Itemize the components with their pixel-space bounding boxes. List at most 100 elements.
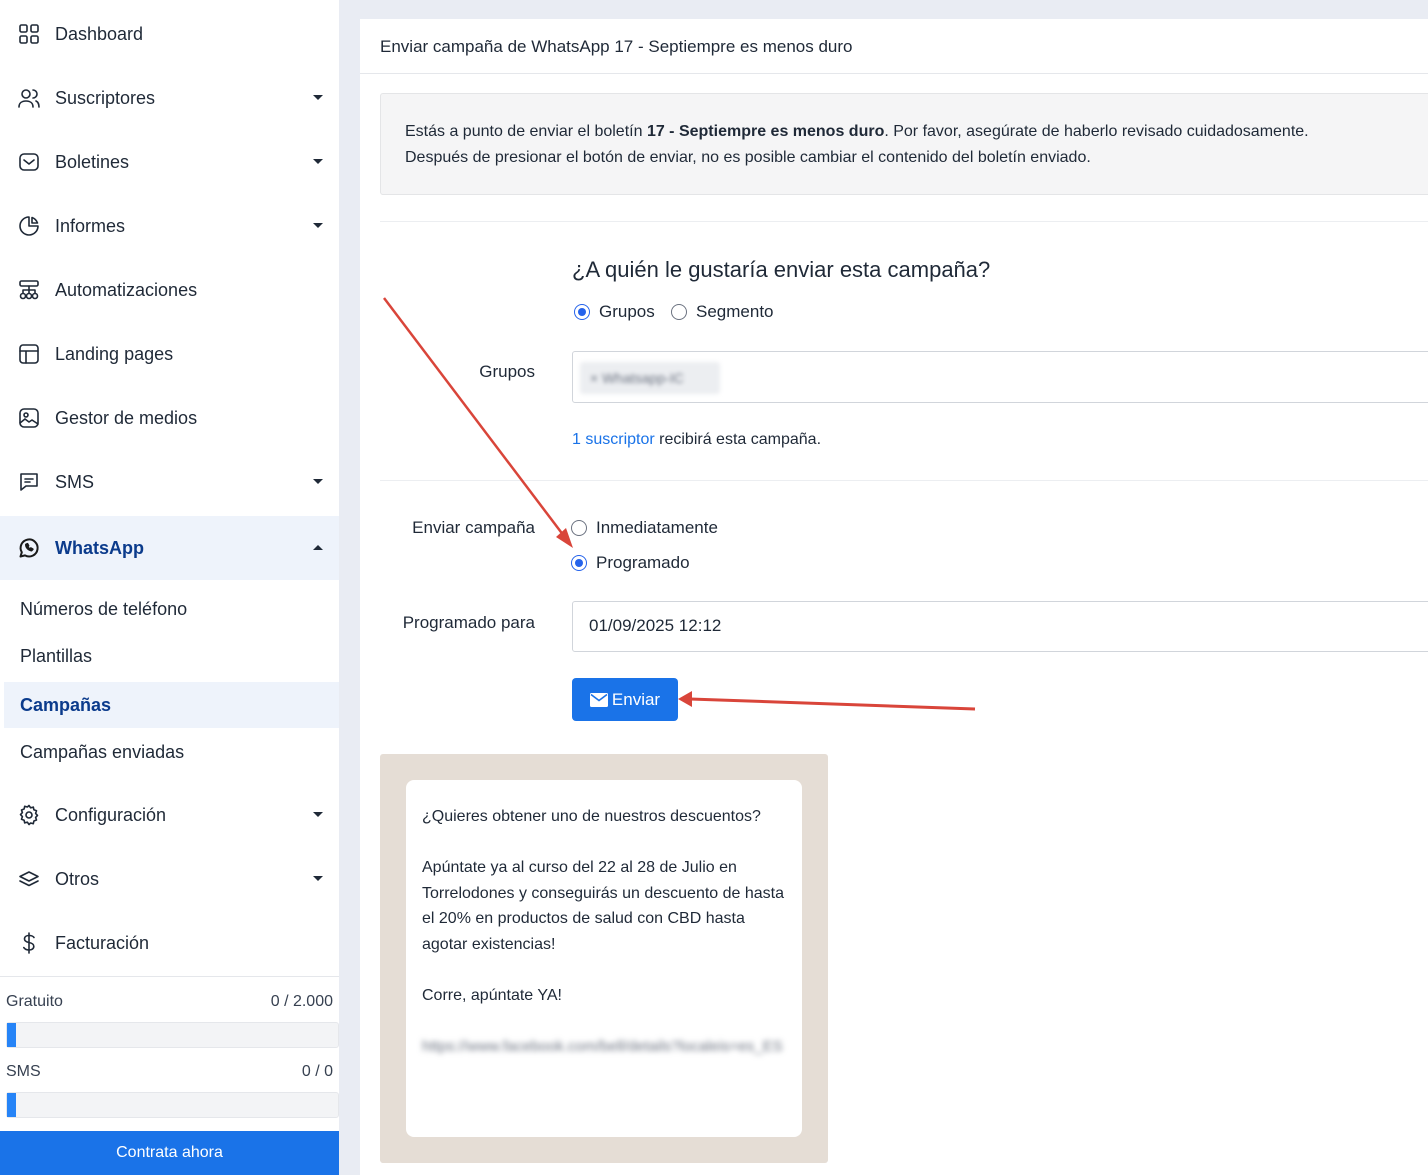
group-chip[interactable]: × Whatsapp-IC xyxy=(580,362,720,394)
alert-line2: Después de presionar el botón de enviar,… xyxy=(405,149,1091,166)
layout-icon xyxy=(16,341,42,367)
caret-down-icon xyxy=(313,812,323,817)
usage-free-bar xyxy=(6,1022,339,1048)
radio-unchecked[interactable] xyxy=(671,304,687,320)
sidebar-item-dashboard[interactable]: Dashboard xyxy=(0,4,339,64)
envelope-icon xyxy=(589,692,608,707)
pie-chart-icon xyxy=(16,213,42,239)
whatsapp-icon xyxy=(16,535,42,561)
send-immediately-label: Inmediatamente xyxy=(596,518,718,537)
caret-down-icon xyxy=(313,95,323,100)
sidebar-item-label: Otros xyxy=(55,868,100,889)
flow-icon xyxy=(16,277,42,303)
sidebar-subitem-campanas[interactable]: Campañas xyxy=(4,682,339,728)
audience-segment-label: Segmento xyxy=(696,302,774,321)
send-campaign-label: Enviar campaña xyxy=(412,518,535,537)
sidebar-item-landing-pages[interactable]: Landing pages xyxy=(0,324,339,384)
audience-groups-option[interactable]: Grupos xyxy=(574,302,655,322)
sidebar-item-informes[interactable]: Informes xyxy=(0,196,339,256)
sidebar-item-whatsapp[interactable]: WhatsApp xyxy=(0,516,339,580)
sidebar-item-label: Facturación xyxy=(55,932,150,953)
sidebar-item-automatizaciones[interactable]: Automatizaciones xyxy=(0,260,339,320)
sidebar-item-gestor-medios[interactable]: Gestor de medios xyxy=(0,388,339,448)
caret-down-icon xyxy=(313,159,323,164)
alert-suffix: . Por favor, asegúrate de haberlo revisa… xyxy=(884,123,1309,140)
alert-campaign-name: 17 - Septiempre es menos duro xyxy=(646,123,885,140)
send-scheduled-label: Programado xyxy=(596,553,690,572)
sidebar-item-sms[interactable]: SMS xyxy=(0,452,339,512)
groups-label: Grupos xyxy=(479,362,535,381)
page-title: Enviar campaña de WhatsApp 17 - Septiemp… xyxy=(380,37,853,56)
message-bubble: ¿Quieres obtener uno de nuestros descuen… xyxy=(406,780,802,1137)
groups-select[interactable]: × Whatsapp-IC xyxy=(572,351,1428,403)
alert-prefix: Estás a punto de enviar el boletín xyxy=(405,123,647,140)
subscriber-count: 1 suscriptor recibirá esta campaña. xyxy=(572,431,821,449)
caret-down-icon xyxy=(313,479,323,484)
scheduled-date-input[interactable]: 01/09/2025 12:12 xyxy=(572,601,1428,652)
warning-alert: Estás a punto de enviar el boletín 17 - … xyxy=(380,93,1428,195)
sidebar-subitem-campanas-enviadas[interactable]: Campañas enviadas xyxy=(0,729,339,775)
usage-sms-value: 0 / 0 xyxy=(301,1063,333,1080)
section-divider xyxy=(380,221,1428,222)
usage-sms-row: SMS 0 / 0 xyxy=(6,1063,333,1081)
sidebar-item-label: Configuración xyxy=(55,804,167,825)
message-icon xyxy=(16,469,42,495)
message-preview: ¿Quieres obtener uno de nuestros descuen… xyxy=(380,754,828,1163)
contract-now-button[interactable]: Contrata ahora xyxy=(0,1131,339,1175)
sidebar-item-label: Gestor de medios xyxy=(55,407,198,428)
image-icon xyxy=(16,405,42,431)
users-icon xyxy=(16,85,42,111)
send-button[interactable]: Enviar xyxy=(572,678,678,721)
sidebar: Dashboard Suscriptores Boletines Informe… xyxy=(0,0,339,1175)
caret-up-icon xyxy=(313,545,323,550)
message-link: https://www.facebook.com/bell/details?lo… xyxy=(422,1038,783,1056)
sidebar-subitem-numeros[interactable]: Números de teléfono xyxy=(0,586,339,632)
sidebar-item-boletines[interactable]: Boletines xyxy=(0,132,339,192)
usage-free-fill xyxy=(7,1023,16,1047)
sidebar-item-label: SMS xyxy=(55,471,95,492)
sidebar-item-label: Suscriptores xyxy=(55,87,156,108)
audience-groups-label: Grupos xyxy=(599,302,655,321)
radio-checked[interactable] xyxy=(571,555,587,571)
usage-free-label: Gratuito xyxy=(6,993,63,1010)
scheduled-for-label: Programado para xyxy=(402,613,535,632)
usage-sms-bar xyxy=(6,1092,339,1118)
main-panel: Enviar campaña de WhatsApp 17 - Septiemp… xyxy=(360,19,1428,1175)
send-immediately-option[interactable]: Inmediatamente xyxy=(571,518,718,538)
dashboard-grid-icon xyxy=(16,21,42,47)
gear-icon xyxy=(16,802,42,828)
usage-sms-label: SMS xyxy=(6,1063,41,1080)
sidebar-subitem-plantillas[interactable]: Plantillas xyxy=(0,633,339,679)
sidebar-item-facturacion[interactable]: Facturación xyxy=(0,913,339,973)
usage-free-row: Gratuito 0 / 2.000 xyxy=(6,993,333,1011)
subscriber-link[interactable]: 1 suscriptor xyxy=(572,431,655,448)
radio-checked[interactable] xyxy=(574,304,590,320)
audience-question: ¿A quién le gustaría enviar esta campaña… xyxy=(572,257,991,282)
title-divider xyxy=(360,73,1428,74)
message-paragraph-3: Corre, apúntate YA! xyxy=(422,987,562,1005)
audience-segment-option[interactable]: Segmento xyxy=(671,302,774,322)
sidebar-item-configuracion[interactable]: Configuración xyxy=(0,785,339,845)
sidebar-divider xyxy=(0,976,339,977)
sidebar-item-label: Automatizaciones xyxy=(55,279,198,300)
sidebar-item-otros[interactable]: Otros xyxy=(0,849,339,909)
layers-icon xyxy=(16,866,42,892)
caret-down-icon xyxy=(313,223,323,228)
radio-unchecked[interactable] xyxy=(571,520,587,536)
sidebar-item-suscriptores[interactable]: Suscriptores xyxy=(0,68,339,128)
sidebar-item-label: Landing pages xyxy=(55,343,174,364)
envelope-icon xyxy=(16,149,42,175)
send-button-label: Enviar xyxy=(611,689,661,709)
sidebar-item-label: Informes xyxy=(55,215,126,236)
caret-down-icon xyxy=(313,876,323,881)
sidebar-item-label: Boletines xyxy=(55,151,130,172)
message-paragraph-2: Apúntate ya al curso del 22 al 28 de Jul… xyxy=(422,859,785,953)
dollar-icon xyxy=(16,930,42,956)
usage-sms-fill xyxy=(7,1093,16,1117)
usage-free-value: 0 / 2.000 xyxy=(270,993,333,1010)
message-paragraph-1: ¿Quieres obtener uno de nuestros descuen… xyxy=(422,808,761,825)
sidebar-item-label: Dashboard xyxy=(55,23,144,44)
scheduled-date-value: 01/09/2025 12:12 xyxy=(589,616,722,635)
send-scheduled-option[interactable]: Programado xyxy=(571,553,690,573)
section-divider xyxy=(380,480,1428,481)
